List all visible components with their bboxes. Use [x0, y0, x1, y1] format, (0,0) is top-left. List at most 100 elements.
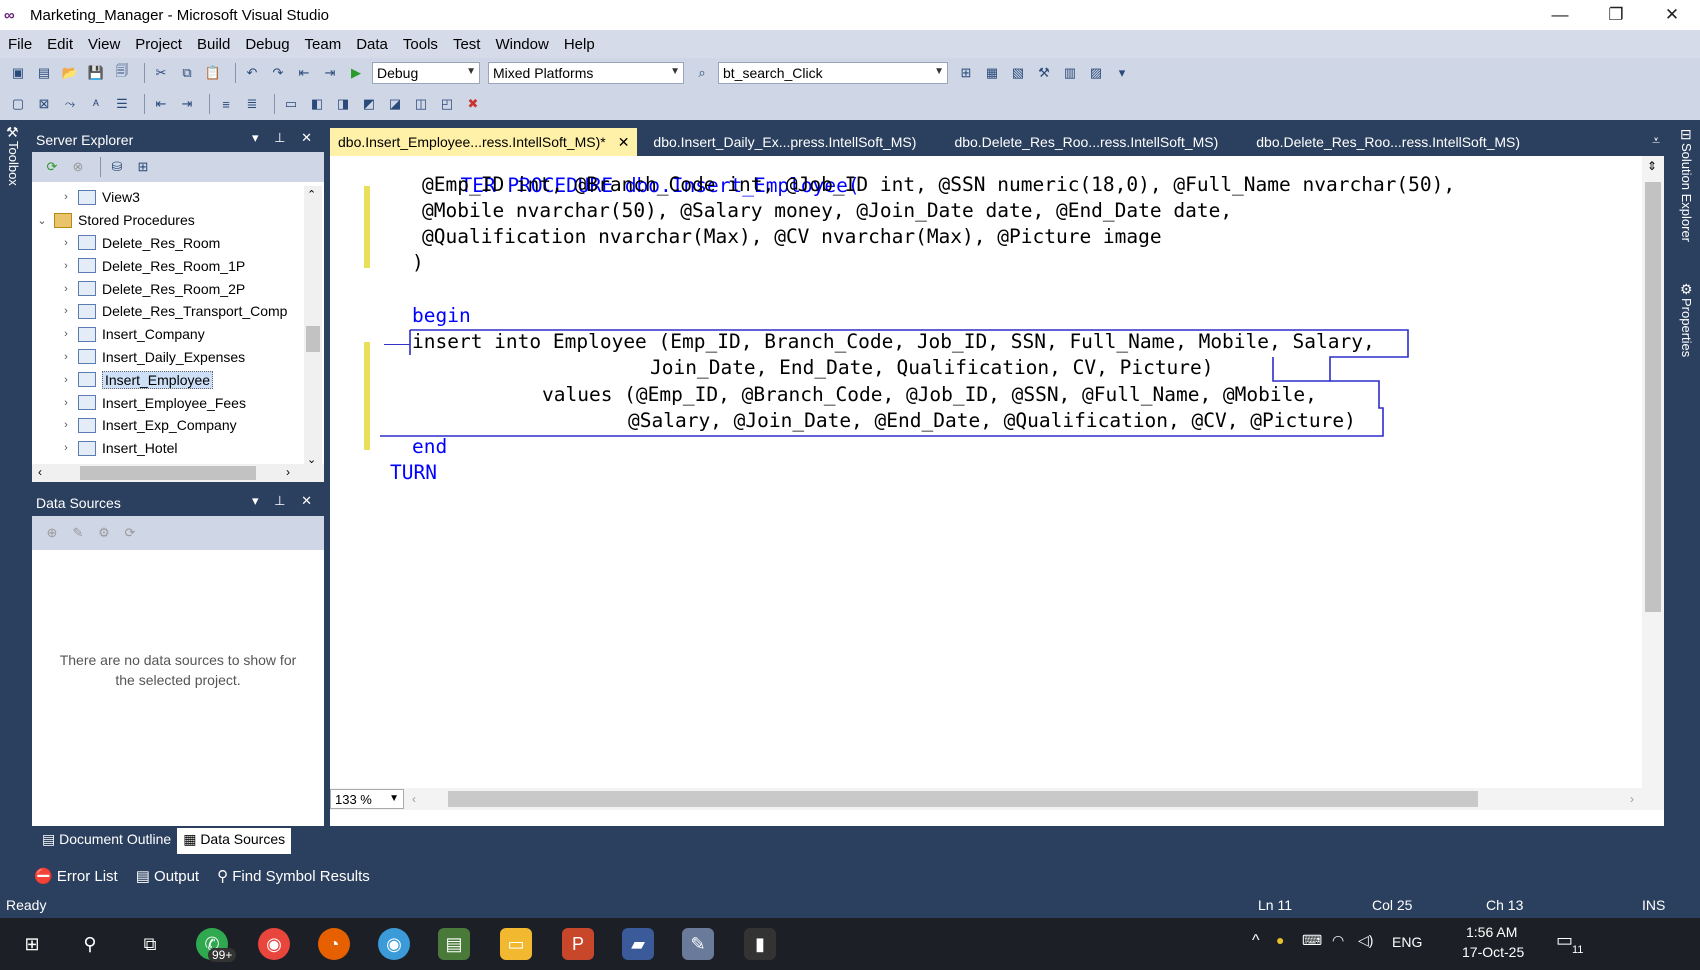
- find-in-files-icon[interactable]: ⌕: [692, 64, 712, 82]
- cut-icon[interactable]: ✂: [151, 64, 171, 82]
- chevron-right-icon[interactable]: ›: [58, 351, 74, 363]
- scroll-up-icon[interactable]: ⌃: [307, 188, 316, 201]
- menu-test[interactable]: Test: [453, 36, 481, 53]
- panel-controls[interactable]: ▾ ⊥ ✕: [252, 493, 318, 509]
- save-all-icon[interactable]: 🗐: [112, 63, 132, 82]
- chrome-icon[interactable]: ◉: [258, 928, 290, 960]
- chevron-right-icon[interactable]: ›: [58, 419, 74, 431]
- toolbar-options-icon[interactable]: ▾: [1112, 64, 1132, 82]
- extensions-icon[interactable]: ▨: [1086, 64, 1106, 82]
- chevron-right-icon[interactable]: ›: [58, 237, 74, 249]
- terminal-icon[interactable]: ▮: [744, 928, 776, 960]
- scrollbar-thumb[interactable]: [306, 326, 320, 352]
- stop-icon[interactable]: ⊗: [68, 158, 88, 176]
- previous-bookmark-document-icon[interactable]: ◫: [411, 95, 431, 113]
- scroll-left-icon[interactable]: ‹: [38, 465, 42, 479]
- panel-controls[interactable]: ▾ ⊥ ✕: [252, 130, 318, 146]
- winrar-icon[interactable]: ▤: [438, 928, 470, 960]
- object-browser-icon[interactable]: ▧: [1008, 64, 1028, 82]
- editor-vertical-scrollbar[interactable]: ⇕ ⌄: [1642, 156, 1664, 796]
- parameter-info-icon[interactable]: ⊠: [34, 95, 54, 113]
- solution-explorer-icon[interactable]: ⊞: [956, 64, 976, 82]
- powerpoint-icon[interactable]: P: [562, 928, 594, 960]
- menu-help[interactable]: Help: [564, 36, 595, 53]
- tree-item[interactable]: › Insert_Daily_Expenses: [32, 346, 304, 369]
- start-page-icon[interactable]: ▥: [1060, 64, 1080, 82]
- menu-debug[interactable]: Debug: [245, 36, 289, 53]
- navigate-to-dropdown[interactable]: bt_search_Click ▼: [718, 62, 948, 84]
- scroll-left-icon[interactable]: ‹: [412, 792, 416, 806]
- quick-info-icon[interactable]: ▢: [8, 95, 28, 113]
- tree-horizontal-scrollbar[interactable]: ‹ ›: [32, 464, 324, 482]
- add-data-source-icon[interactable]: ⊕: [42, 524, 62, 542]
- refresh-icon[interactable]: ⟳: [42, 158, 62, 176]
- configure-dataset-icon[interactable]: ⚙: [94, 524, 114, 542]
- tree-item[interactable]: › Insert_Employee_Fees: [32, 391, 304, 414]
- chevron-right-icon[interactable]: ›: [58, 442, 74, 454]
- complete-word-icon[interactable]: ⤳: [60, 95, 80, 113]
- ime-icon[interactable]: ⌨: [1302, 932, 1322, 949]
- properties-tab[interactable]: Properties: [1679, 298, 1694, 357]
- chevron-right-icon[interactable]: ›: [58, 283, 74, 295]
- menu-view[interactable]: View: [88, 36, 120, 53]
- chevron-right-icon[interactable]: ›: [58, 191, 74, 203]
- tray-app-icon[interactable]: ●: [1276, 932, 1284, 948]
- toolbox-icon[interactable]: ⚒: [1034, 64, 1054, 82]
- tab-overflow-icon[interactable]: ⩡: [1652, 132, 1660, 149]
- app-icon[interactable]: ▰: [622, 928, 654, 960]
- chevron-right-icon[interactable]: ›: [58, 374, 74, 386]
- start-debugging-icon[interactable]: ▶: [346, 64, 366, 82]
- platform-dropdown[interactable]: Mixed Platforms ▼: [488, 62, 684, 84]
- increase-indent-icon[interactable]: ⇥: [177, 95, 197, 113]
- decrease-indent-icon[interactable]: ⇤: [151, 95, 171, 113]
- menu-data[interactable]: Data: [356, 36, 388, 53]
- tree-item[interactable]: › Delete_Res_Room_1P: [32, 254, 304, 277]
- clock-date[interactable]: 17-Oct-25: [1462, 944, 1524, 960]
- new-project-icon[interactable]: ▣: [8, 64, 28, 82]
- menu-edit[interactable]: Edit: [47, 36, 73, 53]
- close-button[interactable]: ✕: [1644, 0, 1700, 30]
- previous-bookmark-folder-icon[interactable]: ◩: [359, 95, 379, 113]
- comment-icon[interactable]: ≡: [216, 95, 236, 113]
- add-item-icon[interactable]: ▤: [34, 64, 54, 82]
- next-bookmark-folder-icon[interactable]: ◪: [385, 95, 405, 113]
- word-wrap-icon[interactable]: ᴬ: [86, 95, 106, 113]
- next-bookmark-icon[interactable]: ◨: [333, 95, 353, 113]
- show-hidden-icons-icon[interactable]: ^: [1252, 932, 1260, 950]
- chevron-right-icon[interactable]: ›: [58, 397, 74, 409]
- navigate-forward-icon[interactable]: ⇥: [320, 64, 340, 82]
- task-view-icon[interactable]: ⧉: [134, 928, 166, 960]
- scroll-right-icon[interactable]: ›: [1630, 792, 1634, 806]
- menu-project[interactable]: Project: [135, 36, 182, 53]
- firefox-icon[interactable]: ◔: [318, 928, 350, 960]
- scrollbar-thumb[interactable]: [448, 791, 1478, 807]
- menu-team[interactable]: Team: [305, 36, 342, 53]
- undo-icon[interactable]: ↶: [242, 64, 262, 82]
- open-folder-icon[interactable]: 📂: [60, 64, 80, 82]
- tab-find-symbol-results[interactable]: ⚲ Find Symbol Results: [217, 867, 370, 885]
- tree-item[interactable]: › Insert_Hotel: [32, 437, 304, 460]
- tab-data-sources[interactable]: ▦ Data Sources: [177, 828, 292, 854]
- navigate-backward-icon[interactable]: ⇤: [294, 64, 314, 82]
- chevron-down-icon[interactable]: ⌄: [34, 214, 50, 227]
- scrollbar-thumb[interactable]: [80, 466, 256, 480]
- zoom-dropdown[interactable]: 133 % ▼: [330, 789, 404, 809]
- next-bookmark-document-icon[interactable]: ◰: [437, 95, 457, 113]
- connect-server-icon[interactable]: ⊞: [133, 158, 153, 176]
- toolbox-strip[interactable]: ⚒ Toolbox: [0, 124, 28, 204]
- tab-document-outline[interactable]: ▤ Document Outline: [36, 828, 177, 854]
- paste-icon[interactable]: 📋: [203, 64, 223, 82]
- scroll-right-icon[interactable]: ›: [286, 465, 290, 479]
- solution-explorer-tab[interactable]: Solution Explorer: [1679, 143, 1694, 273]
- redo-icon[interactable]: ↷: [268, 64, 288, 82]
- tab-delete-res-room-2[interactable]: dbo.Delete_Res_Roo...ress.IntellSoft_MS): [1248, 128, 1528, 156]
- language-indicator[interactable]: ENG: [1392, 934, 1422, 950]
- refresh-icon[interactable]: ⟳: [120, 524, 140, 542]
- scrollbar-thumb[interactable]: [1645, 182, 1661, 612]
- split-window-icon[interactable]: ⇕: [1647, 159, 1657, 173]
- list-members-icon[interactable]: ☰: [112, 95, 132, 113]
- editor-horizontal-scrollbar[interactable]: 133 % ▼ ‹ ›: [330, 788, 1664, 810]
- menu-build[interactable]: Build: [197, 36, 230, 53]
- uncomment-icon[interactable]: ≣: [242, 95, 262, 113]
- tab-error-list[interactable]: ⛔ Error List: [34, 867, 118, 885]
